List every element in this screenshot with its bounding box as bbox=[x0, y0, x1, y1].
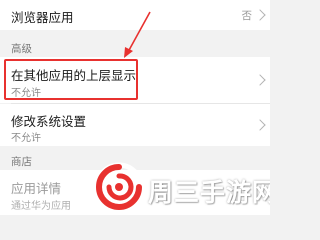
app-settings-screen: 浏览器应用 否 高级 在其他应用的上层显示 不允许 修改系统设置 不允许 商店 … bbox=[0, 0, 270, 215]
watermark-text: 周三手游网 bbox=[148, 178, 270, 207]
annotation-highlight-box bbox=[4, 59, 138, 100]
watermark: 周三手游网 bbox=[92, 160, 270, 215]
watermark-logo-icon bbox=[94, 162, 144, 212]
